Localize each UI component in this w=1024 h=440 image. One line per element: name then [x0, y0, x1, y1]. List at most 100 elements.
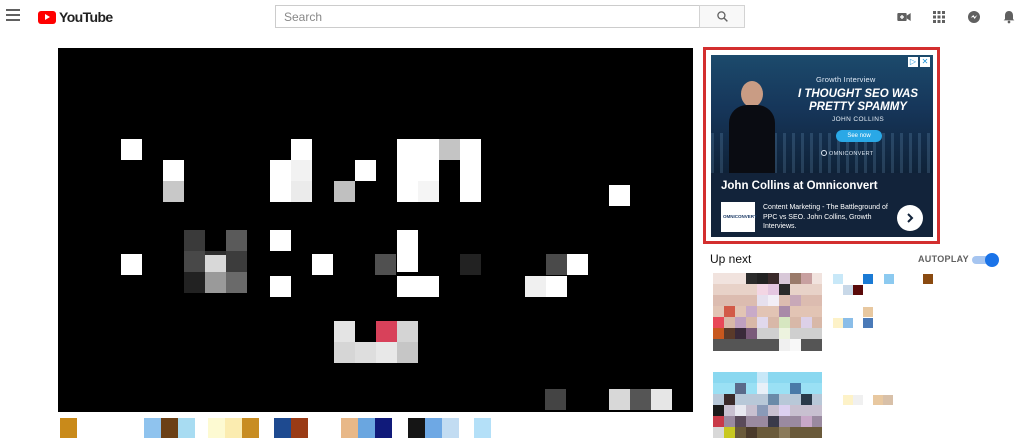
video-camera-icon[interactable]: [896, 9, 912, 25]
pixelated-block: [757, 372, 768, 383]
pixelated-block: [768, 394, 779, 405]
sponsor-logo-icon: [821, 150, 827, 156]
pixelated-block: [884, 274, 894, 284]
pixelated-block: [768, 273, 779, 284]
pixelated-block: [833, 318, 843, 328]
ad-open-button[interactable]: [897, 205, 923, 231]
pixelated-block: [651, 389, 672, 410]
pixelated-block: [768, 284, 779, 295]
pixelated-block: [735, 405, 746, 416]
pixelated-block: [208, 418, 225, 438]
pixelated-block: [746, 328, 757, 339]
pixelated-block: [713, 405, 724, 416]
pixelated-block: [291, 139, 312, 160]
pixelated-block: [713, 416, 724, 427]
pixelated-block: [355, 342, 376, 363]
pixelated-block: [205, 272, 226, 293]
search-bar: [275, 5, 745, 28]
pixelated-block: [460, 181, 481, 202]
ad-description: Content Marketing - The Battleground of …: [763, 204, 888, 230]
ad-title[interactable]: John Collins at Omniconvert: [721, 180, 878, 192]
pixelated-block: [270, 181, 291, 202]
pixelated-block: [355, 160, 376, 181]
pixelated-block: [843, 395, 853, 405]
pixelated-block: [757, 295, 768, 306]
pixelated-block: [418, 181, 439, 202]
pixelated-block: [546, 276, 567, 297]
advertiser-logo: OMNICONVERT: [721, 202, 757, 232]
speaker-photo: [729, 81, 775, 173]
pixelated-block: [923, 274, 933, 284]
pixelated-block: [334, 321, 355, 342]
pixelated-block: [724, 328, 735, 339]
ad-image: Growth Interview I THOUGHT SEO WAS PRETT…: [711, 55, 933, 173]
menu-icon[interactable]: [6, 9, 20, 21]
pixelated-block: [270, 276, 291, 297]
pixelated-block: [779, 284, 790, 295]
pixelated-block: [184, 251, 205, 272]
pixelated-block: [630, 389, 651, 410]
pixelated-block: [397, 181, 418, 202]
youtube-logo[interactable]: YouTube: [38, 8, 113, 26]
autoplay-toggle[interactable]: [972, 253, 1000, 267]
apps-grid-icon[interactable]: [931, 9, 947, 25]
pixelated-block: [853, 285, 863, 295]
pixelated-block: [397, 230, 418, 251]
pixelated-block: [460, 254, 481, 275]
pixelated-block: [375, 418, 392, 438]
pixelated-block: [790, 295, 801, 306]
pixelated-block: [853, 395, 863, 405]
pixelated-block: [397, 251, 418, 272]
pixelated-block: [735, 328, 746, 339]
pixelated-block: [757, 383, 768, 394]
search-input[interactable]: [275, 5, 699, 28]
video-player[interactable]: [58, 48, 693, 412]
pixelated-block: [790, 339, 801, 351]
pixelated-block: [724, 306, 735, 317]
pixelated-block: [713, 427, 724, 438]
pixelated-block: [341, 418, 358, 438]
search-icon: [716, 11, 728, 22]
pixelated-block: [779, 317, 790, 328]
pixelated-block: [567, 254, 588, 275]
up-next-thumbnail[interactable]: [713, 372, 822, 438]
messages-icon[interactable]: [966, 9, 982, 25]
pixelated-block: [226, 251, 247, 272]
pixelated-block: [60, 418, 77, 438]
up-next-thumbnail[interactable]: [713, 273, 822, 351]
pixelated-block: [334, 342, 355, 363]
pixelated-block: [312, 254, 333, 275]
pixelated-block: [334, 181, 355, 202]
adchoices-icon[interactable]: ▷: [908, 57, 918, 67]
pixelated-block: [724, 427, 735, 438]
pixelated-block: [397, 276, 418, 297]
adchoices[interactable]: ▷ ✕: [908, 57, 930, 67]
pixelated-block: [291, 418, 308, 438]
pixelated-block: [205, 255, 226, 272]
pixelated-block: [801, 317, 812, 328]
pixelated-block: [779, 306, 790, 317]
pixelated-block: [790, 273, 801, 284]
pixelated-block: [863, 274, 873, 284]
pixelated-block: [735, 416, 746, 427]
pixelated-block: [735, 317, 746, 328]
pixelated-block: [442, 418, 459, 438]
search-button[interactable]: [699, 5, 745, 28]
pixelated-block: [226, 272, 247, 293]
pixelated-block: [779, 328, 790, 339]
pixelated-block: [376, 342, 397, 363]
pixelated-block: [801, 416, 812, 427]
pixelated-block: [746, 427, 757, 438]
ad-cta-button[interactable]: See now: [836, 130, 882, 142]
close-icon[interactable]: ✕: [920, 57, 930, 67]
pixelated-block: [291, 160, 312, 181]
pixelated-block: [843, 318, 853, 328]
pixelated-block: [609, 389, 630, 410]
bell-icon[interactable]: [1001, 9, 1017, 25]
display-ad[interactable]: Growth Interview I THOUGHT SEO WAS PRETT…: [711, 55, 933, 237]
pixelated-block: [757, 273, 768, 284]
pixelated-block: [757, 405, 768, 416]
pixelated-block: [418, 139, 439, 160]
pixelated-block: [184, 230, 205, 251]
pixelated-block: [418, 160, 439, 181]
